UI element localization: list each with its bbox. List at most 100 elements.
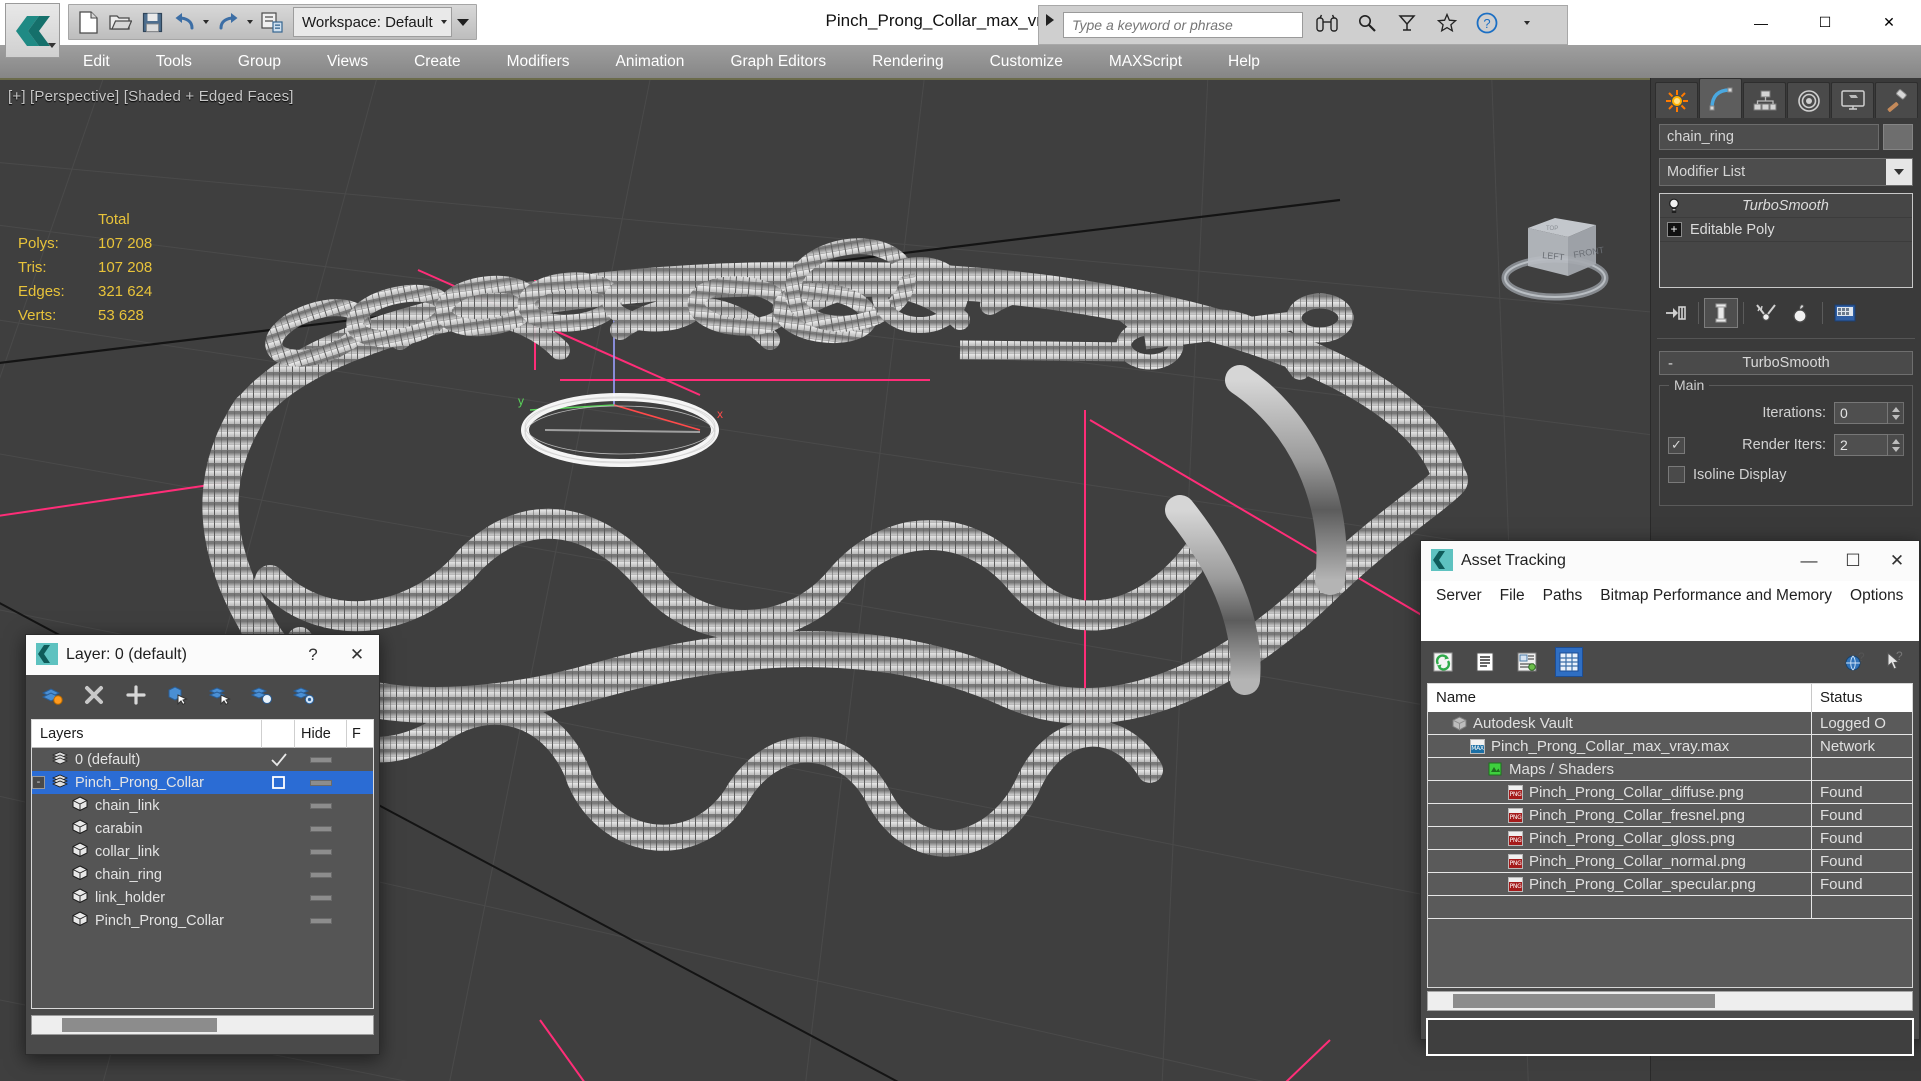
asset-menu-paths[interactable]: Paths: [1534, 581, 1592, 611]
lightbulb-icon[interactable]: [1666, 198, 1682, 214]
redo-icon[interactable]: [213, 7, 243, 37]
table-row-empty[interactable]: [1428, 896, 1912, 919]
modifier-list-chevron-icon[interactable]: [1886, 159, 1912, 185]
asset-menu-server[interactable]: Server: [1427, 581, 1491, 611]
add-selection-to-highlighted-layer-icon[interactable]: [124, 683, 148, 707]
layer-settings-icon[interactable]: [292, 683, 316, 707]
configure-modifier-sets-icon[interactable]: [1828, 298, 1862, 328]
favorites-star-icon[interactable]: [1430, 8, 1464, 38]
close-button[interactable]: ✕: [1857, 0, 1921, 45]
isoline-display-checkbox[interactable]: [1668, 466, 1685, 483]
table-row[interactable]: link_holder: [32, 886, 373, 909]
maximize-button[interactable]: ☐: [1793, 0, 1857, 45]
menu-tools[interactable]: Tools: [133, 45, 215, 78]
application-menu-dropdown-icon[interactable]: [48, 43, 56, 48]
table-row[interactable]: PNG Pinch_Prong_Collar_specular.png Foun…: [1428, 873, 1912, 896]
layer-hide-cell[interactable]: [295, 779, 347, 786]
asset-name-cell[interactable]: Maps / Shaders: [1428, 758, 1812, 780]
table-row[interactable]: Maps / Shaders: [1428, 758, 1912, 781]
asset-horizontal-scrollbar[interactable]: [1427, 991, 1913, 1011]
asset-name-cell[interactable]: PNG Pinch_Prong_Collar_diffuse.png: [1428, 781, 1812, 803]
layer-hide-cell[interactable]: [295, 917, 347, 924]
redo-dropdown-icon[interactable]: [245, 7, 255, 37]
asset-close-button[interactable]: ✕: [1875, 541, 1919, 581]
table-row[interactable]: PNG Pinch_Prong_Collar_gloss.png Found: [1428, 827, 1912, 850]
layer-dialog-help-button[interactable]: ?: [291, 635, 335, 675]
workspace-selector[interactable]: Workspace: Default: [293, 7, 452, 37]
new-file-icon[interactable]: [73, 7, 103, 37]
modifier-list-dropdown[interactable]: Modifier List: [1659, 158, 1913, 186]
layer-horizontal-scrollbar[interactable]: [31, 1015, 374, 1035]
table-row[interactable]: chain_link: [32, 794, 373, 817]
qat-customize-icon[interactable]: [454, 7, 472, 37]
layer-hide-cell[interactable]: [295, 894, 347, 901]
asset-name-cell[interactable]: PNG Pinch_Prong_Collar_gloss.png: [1428, 827, 1812, 849]
table-row[interactable]: - Pinch_Prong_Collar: [32, 771, 373, 794]
context-help-icon[interactable]: ?: [1881, 647, 1909, 677]
table-row[interactable]: carabin: [32, 817, 373, 840]
table-row[interactable]: Pinch_Prong_Collar: [32, 909, 373, 932]
object-color-swatch[interactable]: [1883, 124, 1913, 150]
iterations-spinner[interactable]: 0: [1834, 402, 1904, 424]
layer-column-layers[interactable]: Layers: [32, 719, 262, 748]
layer-name-cell[interactable]: link_holder: [32, 888, 262, 907]
modifier-stack-item-turbosmooth[interactable]: TurboSmooth: [1660, 194, 1912, 218]
table-row[interactable]: MAX Pinch_Prong_Collar_max_vray.max Netw…: [1428, 735, 1912, 758]
isoline-display-row[interactable]: Isoline Display: [1668, 466, 1904, 483]
menu-create[interactable]: Create: [391, 45, 484, 78]
highlight-selected-objects-layers-icon[interactable]: [208, 683, 232, 707]
layer-current-cell[interactable]: [262, 775, 295, 790]
turbosmooth-rollout-header[interactable]: - TurboSmooth: [1659, 351, 1913, 375]
iterations-value[interactable]: 0: [1834, 402, 1888, 424]
magnifier-icon[interactable]: [1350, 8, 1384, 38]
menu-help[interactable]: Help: [1205, 45, 1283, 78]
asset-name-cell[interactable]: MAX Pinch_Prong_Collar_max_vray.max: [1428, 735, 1812, 757]
undo-icon[interactable]: [169, 7, 199, 37]
render-iters-spin-arrows[interactable]: [1888, 434, 1904, 456]
menu-rendering[interactable]: Rendering: [849, 45, 967, 78]
viewport-label[interactable]: [+] [Perspective] [Shaded + Edged Faces]: [8, 88, 294, 105]
layer-name-cell[interactable]: chain_link: [32, 796, 262, 815]
hide-unhide-icon[interactable]: [250, 683, 274, 707]
motion-tab[interactable]: [1787, 82, 1830, 118]
table-view-icon[interactable]: [1555, 647, 1583, 677]
view-cube[interactable]: LEFT FRONT TOP: [1490, 198, 1620, 313]
iterations-spin-arrows[interactable]: [1888, 402, 1904, 424]
layer-dialog-close-button[interactable]: ✕: [335, 635, 379, 675]
asset-column-name[interactable]: Name: [1428, 684, 1812, 712]
menu-edit[interactable]: Edit: [60, 45, 133, 78]
asset-tracking-titlebar[interactable]: Asset Tracking — ☐ ✕: [1421, 541, 1919, 581]
object-name-field[interactable]: chain_ring: [1659, 124, 1879, 150]
application-menu-button[interactable]: [5, 3, 60, 58]
scrollbar-thumb[interactable]: [62, 1018, 217, 1032]
help-dropdown-icon[interactable]: [1510, 8, 1544, 38]
menu-modifiers[interactable]: Modifiers: [484, 45, 593, 78]
undo-dropdown-icon[interactable]: [201, 7, 211, 37]
search-expand-arrow-icon[interactable]: [1046, 14, 1054, 26]
layer-hide-cell[interactable]: [295, 825, 347, 832]
asset-tracking-dialog[interactable]: Asset Tracking — ☐ ✕ Server File Paths B…: [1420, 540, 1920, 1056]
create-tab[interactable]: [1655, 82, 1698, 118]
layer-name-cell[interactable]: collar_link: [32, 842, 262, 861]
render-iters-spinner[interactable]: 2: [1834, 434, 1904, 456]
asset-maximize-button[interactable]: ☐: [1831, 541, 1875, 581]
layer-name-cell[interactable]: carabin: [32, 819, 262, 838]
menu-graph-editors[interactable]: Graph Editors: [707, 45, 849, 78]
asset-minimize-button[interactable]: —: [1787, 541, 1831, 581]
layer-name-cell[interactable]: - Pinch_Prong_Collar: [32, 773, 262, 792]
asset-menu-options[interactable]: Options: [1841, 581, 1912, 611]
remove-modifier-icon[interactable]: [1783, 298, 1817, 328]
layer-column-freeze[interactable]: F: [347, 720, 373, 748]
menu-animation[interactable]: Animation: [593, 45, 708, 78]
pin-stack-icon[interactable]: [1659, 298, 1693, 328]
asset-name-cell[interactable]: Autodesk Vault: [1428, 712, 1812, 734]
select-highlighted-objects-and-layers-icon[interactable]: [166, 683, 190, 707]
satellite-dish-icon[interactable]: [1390, 8, 1424, 38]
scrollbar-thumb[interactable]: [1453, 994, 1715, 1008]
layer-current-cell[interactable]: [262, 752, 295, 767]
plus-box-icon[interactable]: +: [1666, 222, 1682, 238]
save-file-icon[interactable]: [137, 7, 167, 37]
layer-list-grid[interactable]: Layers Hide F 0 (default) - Pinch_Prong_…: [31, 719, 374, 1009]
layer-name-cell[interactable]: Pinch_Prong_Collar: [32, 911, 262, 930]
detail-view-icon[interactable]: [1513, 647, 1541, 677]
